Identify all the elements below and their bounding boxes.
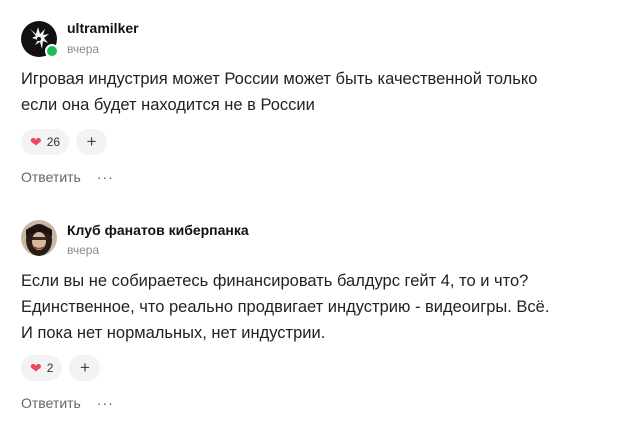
avatar-image [21,220,57,256]
more-dots-icon[interactable]: ··· [97,169,114,185]
reactions-bar: ❤ 2 + [21,355,101,381]
author-name[interactable]: ultramilker [67,20,139,36]
comment-text-line: если она будет находится не в России [21,96,315,114]
comment-text: Игровая индустрия может России может быт… [21,66,611,118]
comment-text-line: Игровая индустрия может России может быт… [21,70,538,88]
reaction-count: 2 [46,361,54,375]
comment-time[interactable]: вчера [67,243,99,257]
plus-icon: + [79,358,90,377]
online-status-dot [45,44,59,58]
avatar[interactable] [21,21,59,58]
plus-icon: + [86,132,97,151]
comment-text-line: И пока нет нормальных, нет индустрии. [21,324,326,342]
reply-button[interactable]: Ответить [21,395,81,411]
comment-actions: Ответить ··· [21,395,114,411]
heart-reaction-button[interactable]: ❤ 2 [21,355,63,381]
comment-text-line: Единственное, что реально продвигает инд… [21,298,550,316]
avatar[interactable] [21,220,57,256]
comment-actions: Ответить ··· [21,169,114,185]
reaction-count: 26 [46,135,61,149]
add-reaction-button[interactable]: + [76,129,108,155]
add-reaction-button[interactable]: + [69,355,101,381]
comment-text-line: Если вы не собираетесь финансировать бал… [21,272,529,290]
comment-text: Если вы не собираетесь финансировать бал… [21,268,611,346]
reactions-bar: ❤ 26 + [21,129,108,155]
comment-time[interactable]: вчера [67,42,99,56]
heart-icon: ❤ [30,360,42,376]
heart-reaction-button[interactable]: ❤ 26 [21,129,70,155]
reply-button[interactable]: Ответить [21,169,81,185]
author-name[interactable]: Клуб фанатов киберпанка [67,222,249,238]
more-dots-icon[interactable]: ··· [97,395,114,411]
heart-icon: ❤ [30,134,42,150]
